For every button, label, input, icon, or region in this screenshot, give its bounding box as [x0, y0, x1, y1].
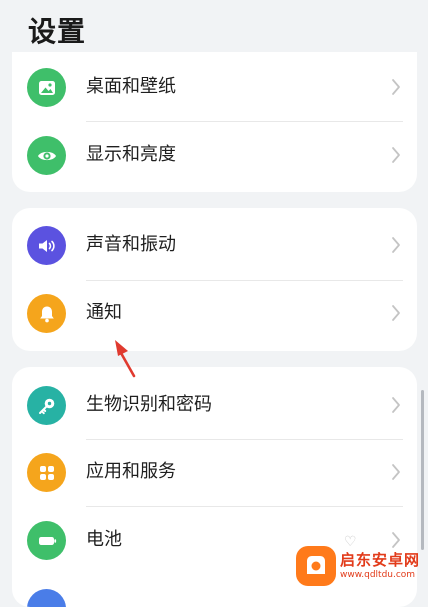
- annotation-arrow-icon: [115, 340, 136, 378]
- chevron-right-icon: [392, 237, 400, 253]
- settings-item-wallpaper[interactable]: 桌面和壁纸: [12, 54, 417, 121]
- watermark-name: 启东安卓网: [340, 551, 421, 569]
- settings-item-notifications[interactable]: 通知: [12, 280, 417, 347]
- settings-item-label: 应用和服务: [86, 461, 176, 482]
- next-item-icon: [27, 589, 66, 607]
- eye-icon: [27, 136, 66, 175]
- chevron-right-icon: [392, 397, 400, 413]
- watermark: 启东安卓网 www.qdltdu.com: [296, 544, 426, 588]
- chevron-right-icon: [392, 79, 400, 95]
- scrollbar[interactable]: [421, 390, 424, 550]
- apps-icon: [27, 453, 66, 492]
- settings-group-sound: 声音和振动 通知: [12, 208, 417, 351]
- settings-item-display[interactable]: 显示和亮度: [12, 122, 417, 189]
- settings-item-apps[interactable]: 应用和服务: [12, 439, 417, 506]
- wallpaper-icon: [27, 68, 66, 107]
- page-title: 设置: [28, 15, 87, 48]
- bell-icon: [27, 294, 66, 333]
- battery-icon: [27, 521, 66, 560]
- settings-item-label: 显示和亮度: [86, 144, 176, 165]
- speaker-icon: [27, 226, 66, 265]
- key-icon: [27, 386, 66, 425]
- settings-item-label: 桌面和壁纸: [86, 76, 176, 97]
- chevron-right-icon: [392, 147, 400, 163]
- settings-item-label: 通知: [86, 302, 122, 323]
- watermark-url: www.qdltdu.com: [340, 570, 416, 580]
- watermark-logo-icon: [296, 546, 336, 586]
- chevron-right-icon: [392, 305, 400, 321]
- settings-item-sound[interactable]: 声音和振动: [12, 212, 417, 279]
- settings-item-label: 声音和振动: [86, 234, 176, 255]
- settings-group-display: 桌面和壁纸 显示和亮度: [12, 52, 417, 192]
- settings-item-label: 生物识别和密码: [86, 394, 212, 415]
- settings-item-label: 电池: [86, 529, 122, 550]
- settings-item-biometrics[interactable]: 生物识别和密码: [12, 372, 417, 439]
- chevron-right-icon: [392, 464, 400, 480]
